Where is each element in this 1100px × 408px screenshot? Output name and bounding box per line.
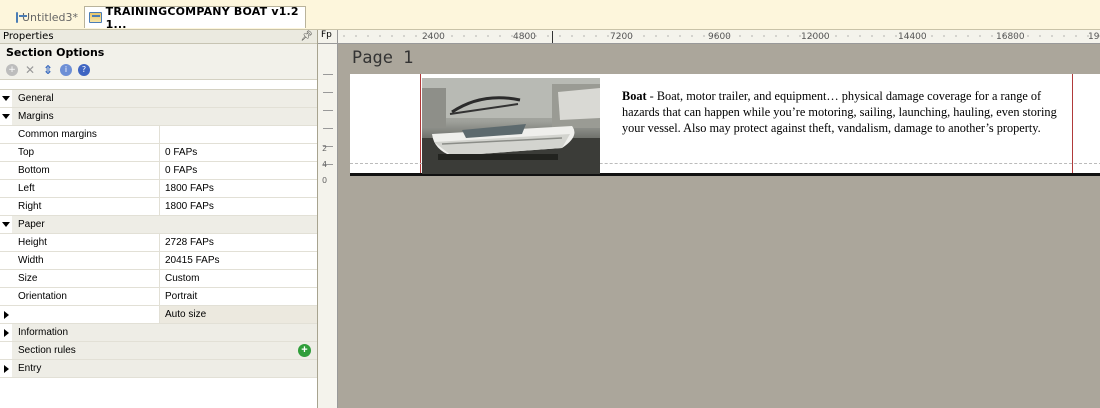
category-section-rules[interactable]: Section rules + [0,342,317,360]
category-label: Paper [18,219,45,230]
property-value[interactable]: 2728 FAPs [160,234,317,251]
boat-image[interactable] [422,78,600,174]
property-key: Right [12,198,160,215]
property-top[interactable]: Top 0 FAPs [0,144,317,162]
property-grid: General Margins Common margins Top 0 FAP… [0,90,317,378]
document-icon [89,12,102,23]
category-label: Information [18,327,69,338]
property-size[interactable]: Size Custom [0,270,317,288]
category-paper[interactable]: Paper [0,216,317,234]
property-common-margins[interactable]: Common margins [0,126,317,144]
ruler-tick: 9600 [708,32,731,42]
ruler-tick: 7200 [610,32,633,42]
property-key: Top [12,144,160,161]
ruler-tick: 16800 [996,32,1025,42]
design-canvas[interactable]: Fp 2400 4800 7200 9600 12000 14400 16800… [318,30,1100,408]
collapse-icon[interactable] [2,222,10,227]
panel-title-bar: Properties 📌︎ [0,30,317,44]
property-key: Size [12,270,160,287]
add-rule-icon[interactable]: + [298,344,311,357]
property-value[interactable]: Portrait [160,288,317,305]
property-bottom[interactable]: Bottom 0 FAPs [0,162,317,180]
horizontal-ruler: 2400 4800 7200 9600 12000 14400 16800 19… [338,30,1100,44]
boat-body-text: - Boat, motor trailer, and equipment… ph… [622,89,1057,135]
category-general[interactable]: General [0,90,317,108]
section-options-header: Section Options [0,44,317,60]
property-key: Orientation [12,288,160,305]
expand-icon[interactable] [3,328,9,337]
property-height[interactable]: Height 2728 FAPs [0,234,317,252]
property-key: Bottom [12,162,160,179]
delete-icon[interactable]: ✕ [24,63,36,77]
boat-heading: Boat [622,89,647,103]
left-margin-line[interactable] [420,74,421,173]
ruler-tick: 2400 [422,32,445,42]
property-value[interactable]: Auto size [160,306,317,323]
property-auto-size[interactable]: Auto size [0,306,317,324]
property-key [12,306,160,323]
property-key: Left [12,180,160,197]
property-value[interactable]: 1800 FAPs [160,180,317,197]
category-information[interactable]: Information [0,324,317,342]
property-value[interactable]: Custom [160,270,317,287]
ruler-tick: 14400 [898,32,927,42]
expand-icon[interactable] [3,310,9,319]
category-label: Entry [18,363,42,374]
property-value[interactable]: 0 FAPs [160,162,317,179]
vertical-ruler: 2 4 0 [318,44,338,408]
property-value[interactable]: 20415 FAPs [160,252,317,269]
tab-trainingcompany-boat[interactable]: TRAININGCOMPANY BOAT v1.2 1... [84,4,306,31]
document-tab-strip: Untitled3* TRAININGCOMPANY BOAT v1.2 1..… [0,0,1100,31]
property-value[interactable]: 0 FAPs [160,144,317,161]
page-title: Page 1 [352,48,414,68]
property-key: Common margins [12,126,160,143]
boat-description[interactable]: Boat - Boat, motor trailer, and equipmen… [622,88,1072,136]
ruler-tick: 4800 [513,32,536,42]
property-value[interactable]: 1800 FAPs [160,198,317,215]
right-margin-line[interactable] [1072,74,1073,173]
property-key: Width [12,252,160,269]
pin-icon[interactable]: 📌︎ [300,31,313,42]
ruler-tick: 192 [1088,32,1100,42]
panel-title: Properties [3,31,54,42]
properties-panel: Properties 📌︎ Section Options + ✕ ⇕ i ? … [0,30,318,408]
category-margins[interactable]: Margins [0,108,317,126]
ruler-label: 0 [322,176,328,185]
header-spacer [0,80,317,90]
help-icon[interactable]: ? [78,63,90,76]
property-orientation[interactable]: Orientation Portrait [0,288,317,306]
add-icon[interactable]: + [6,63,18,76]
category-label: Section rules [18,345,76,356]
property-width[interactable]: Width 20415 FAPs [0,252,317,270]
ruler-label: 4 [322,160,328,169]
tab-untitled3[interactable]: Untitled3* [12,6,84,28]
property-left[interactable]: Left 1800 FAPs [0,180,317,198]
property-key: Height [12,234,160,251]
document-icon [16,11,27,23]
ruler-unit: Fp [318,30,338,44]
ruler-tick: 12000 [801,32,830,42]
property-right[interactable]: Right 1800 FAPs [0,198,317,216]
page-section[interactable]: Boat - Boat, motor trailer, and equipmen… [350,74,1100,176]
info-icon[interactable]: i [60,63,72,76]
category-label: General [18,93,54,104]
category-label: Margins [18,111,54,122]
property-value[interactable] [160,126,317,143]
tab-label: TRAININGCOMPANY BOAT v1.2 1... [105,4,299,31]
category-entry[interactable]: Entry [0,360,317,378]
tab-label: Untitled3* [22,10,79,24]
collapse-icon[interactable] [2,96,10,101]
ruler-label: 2 [322,144,328,153]
section-toolbar: + ✕ ⇕ i ? [0,60,317,80]
move-icon[interactable]: ⇕ [42,63,54,77]
expand-icon[interactable] [3,364,9,373]
collapse-icon[interactable] [2,114,10,119]
